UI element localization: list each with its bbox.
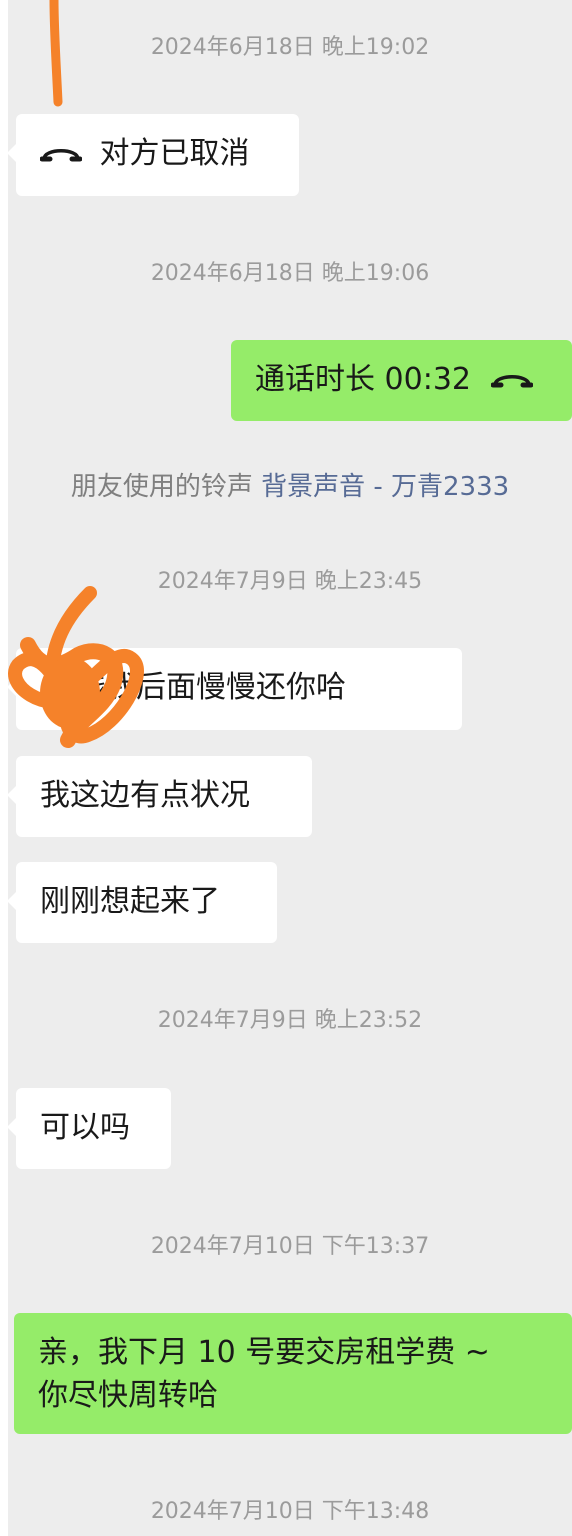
call-duration-bubble[interactable]: 通话时长 00:32 [231,340,572,421]
ringtone-notice: 朋友使用的铃声 背景声音 - 万青2333 [8,470,572,504]
message-text: 可以吗 [40,1110,130,1145]
message-text: 刚刚想起来了 [40,884,220,919]
ringtone-prefix: 朋友使用的铃声 [70,472,253,502]
message-bubble-outgoing[interactable]: 亲，我下月 10 号要交房租学费 ~ 你尽快周转哈 [14,1313,572,1434]
call-duration-text: 通话时长 00:32 [255,362,471,397]
message-text-line: 你尽快周转哈 [38,1378,218,1413]
message-bubble[interactable]: 钱我后面慢慢还你哈 [7,648,462,730]
message-text: 我这边有点状况 [40,778,250,813]
message-text: 钱我后面慢慢还你哈 [76,670,346,705]
message-bubble[interactable]: 我这边有点状况 [7,756,312,837]
timestamp: 2024年7月10日 下午13:48 [150,1499,430,1524]
timestamp: 2024年6月18日 晚上19:06 [150,261,430,286]
message-text-line: 亲，我下月 10 号要交房租学费 ~ [38,1335,490,1370]
phone-hangup-icon [490,360,534,402]
phone-hangup-icon [39,134,83,176]
message-bubble[interactable]: 刚刚想起来了 [7,862,277,943]
message-bubble[interactable]: 可以吗 [7,1088,171,1169]
call-cancelled-bubble[interactable]: 对方已取消 [7,114,299,196]
timestamp: 2024年7月10日 下午13:37 [150,1234,430,1259]
timestamp: 2024年7月9日 晚上23:45 [157,569,423,594]
call-status-text: 对方已取消 [99,136,250,171]
ringtone-link[interactable]: 背景声音 - 万青2333 [261,472,509,502]
timestamp: 2024年7月9日 晚上23:52 [157,1008,423,1033]
timestamp: 2024年6月18日 晚上19:02 [150,35,430,60]
